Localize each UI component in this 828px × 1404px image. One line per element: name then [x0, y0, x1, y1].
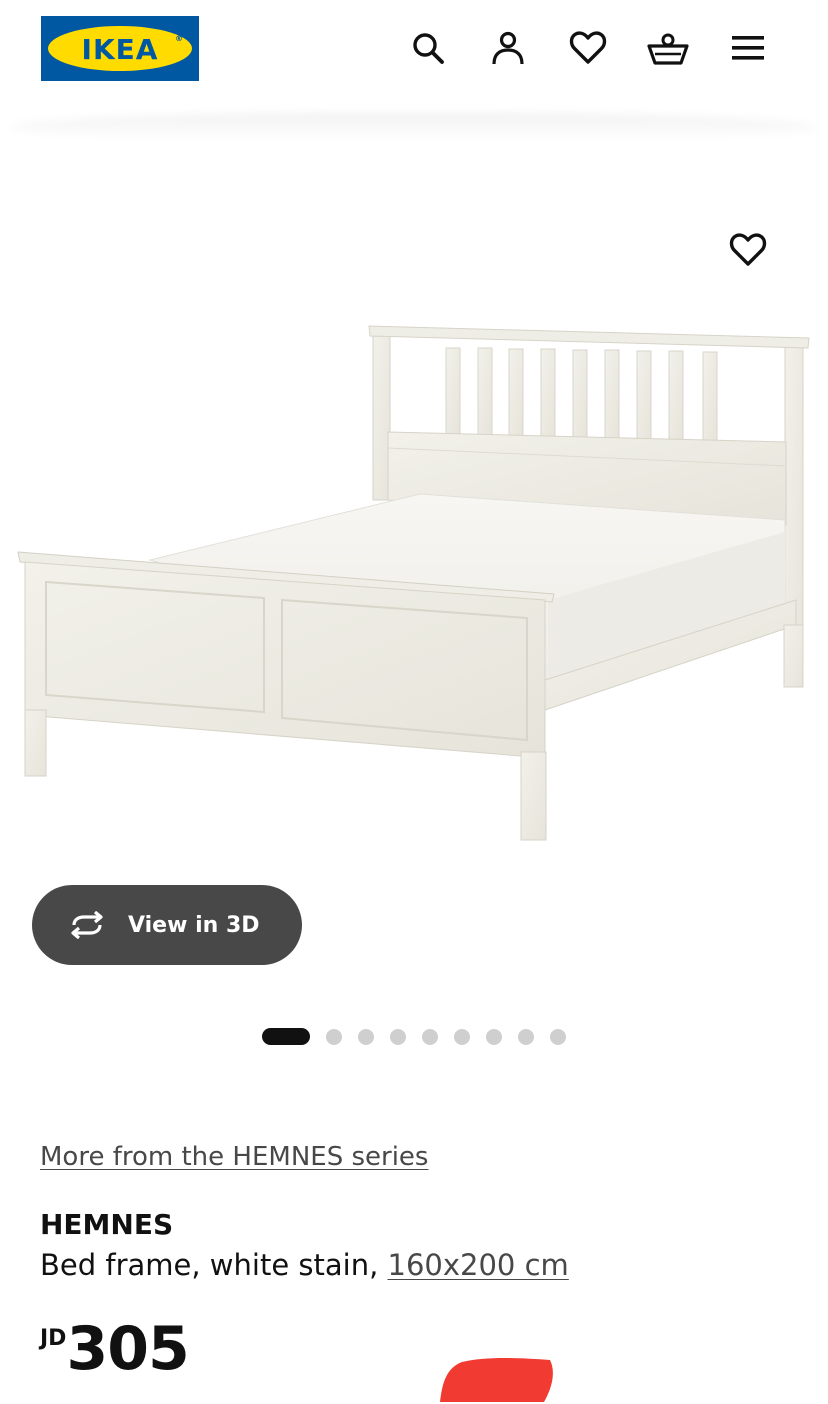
header-shadow: [10, 112, 818, 142]
product-image[interactable]: [0, 180, 828, 880]
logo-registered-mark: ®: [175, 34, 183, 43]
basket-icon[interactable]: [647, 27, 689, 69]
carousel-dot[interactable]: [454, 1028, 470, 1045]
carousel-dot[interactable]: [518, 1028, 534, 1045]
account-icon[interactable]: [487, 27, 529, 69]
carousel-dot[interactable]: [486, 1028, 502, 1045]
size-link[interactable]: 160x200 cm: [388, 1248, 569, 1282]
site-header: IKEA ®: [0, 0, 828, 112]
product-description: Bed frame, white stain, 160x200 cm: [40, 1248, 569, 1282]
price-amount: 305: [66, 1314, 189, 1384]
ikea-logo[interactable]: IKEA ®: [41, 16, 199, 81]
series-link[interactable]: More from the HEMNES series: [40, 1142, 428, 1172]
carousel-dot[interactable]: [550, 1028, 566, 1045]
logo-oval: IKEA ®: [48, 26, 192, 71]
add-to-favourites-button[interactable]: [724, 226, 772, 274]
product-price: JD 305: [40, 1314, 190, 1384]
carousel-dot[interactable]: [358, 1028, 374, 1045]
price-currency: JD: [40, 1326, 67, 1351]
red-highlight-mark: [440, 1358, 553, 1402]
carousel-dot[interactable]: [326, 1028, 342, 1045]
logo-text: IKEA: [81, 33, 159, 66]
heart-icon[interactable]: [567, 27, 609, 69]
search-icon[interactable]: [407, 27, 449, 69]
image-carousel-indicator[interactable]: [262, 1028, 582, 1045]
product-name: HEMNES: [40, 1208, 174, 1241]
rotate-3d-icon: [71, 911, 103, 939]
heart-icon: [729, 233, 767, 266]
product-description-text: Bed frame, white stain,: [40, 1248, 388, 1282]
carousel-dot-active[interactable]: [262, 1028, 310, 1045]
menu-icon[interactable]: [727, 27, 769, 69]
view-in-3d-label: View in 3D: [128, 912, 260, 938]
view-in-3d-button[interactable]: View in 3D: [32, 885, 302, 965]
carousel-dot[interactable]: [390, 1028, 406, 1045]
carousel-dot[interactable]: [422, 1028, 438, 1045]
